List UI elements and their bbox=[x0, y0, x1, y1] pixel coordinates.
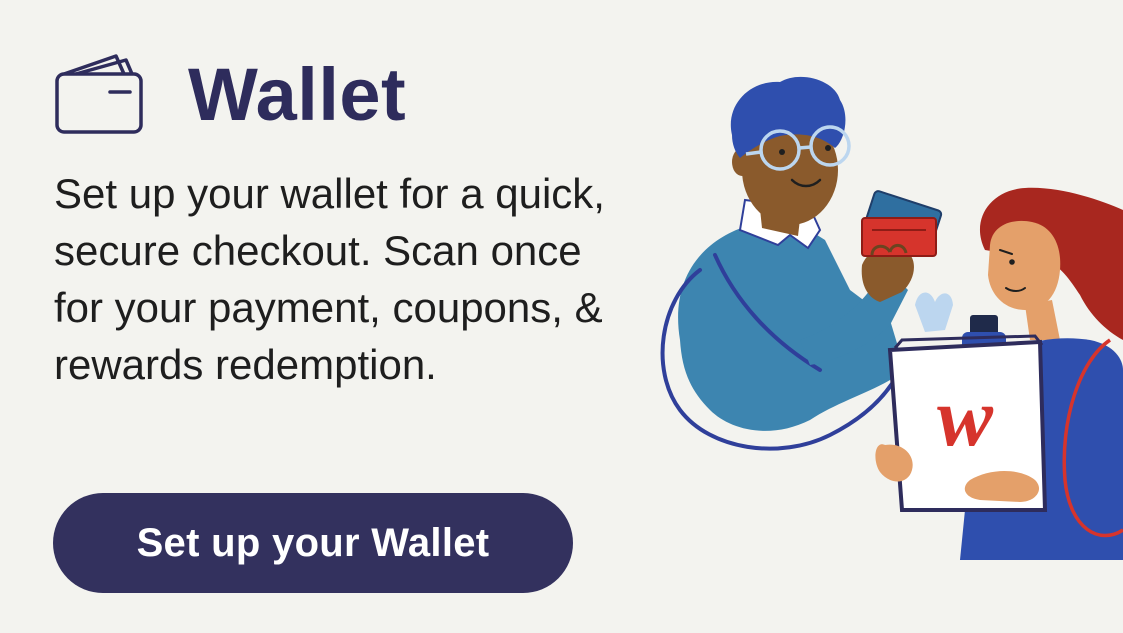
wallet-icon bbox=[55, 54, 143, 134]
title-row: Wallet bbox=[54, 52, 406, 138]
wallet-promo-card: Wallet Set up your wallet for a quick, s… bbox=[0, 0, 1123, 633]
bag-logo: w bbox=[937, 371, 994, 464]
woman-head bbox=[988, 220, 1061, 310]
wallet-illustration: w bbox=[660, 76, 1123, 560]
page-title: Wallet bbox=[188, 53, 407, 136]
wallet-description: Set up your wallet for a quick, secure c… bbox=[54, 170, 605, 388]
setup-wallet-button[interactable]: Set up your Wallet bbox=[53, 493, 573, 593]
